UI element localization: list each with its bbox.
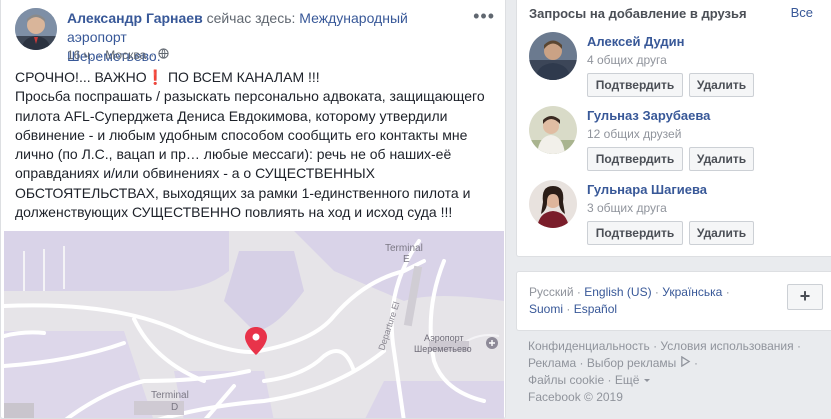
post-meta: 16 ч. · Москва ·	[67, 48, 169, 62]
meta-separator-2: ·	[150, 48, 155, 62]
airport-name-line2: Шереметьево	[414, 344, 472, 354]
language-separator: ·	[725, 285, 730, 299]
confirm-button[interactable]: Подтвердить	[587, 221, 683, 245]
language-link-finnish[interactable]: Suomi	[529, 302, 563, 316]
current-language: Русский	[529, 285, 574, 299]
language-link-spanish[interactable]: Español	[574, 302, 617, 316]
languages-row-1: Русский · English (US) · Українська ·	[529, 284, 730, 300]
location-map[interactable]: Terminal E Terminal D Departure El Аэроп…	[4, 231, 504, 418]
language-separator: ·	[576, 285, 581, 299]
languages-card: Русский · English (US) · Українська · Su…	[516, 271, 831, 331]
ads-link[interactable]: Реклама	[528, 356, 576, 370]
airport-name-line1: Аэропорт	[424, 333, 464, 343]
delete-button[interactable]: Удалить	[689, 221, 754, 245]
footer-separator: ·	[607, 373, 612, 387]
requester-name-link[interactable]: Гульназ Зарубаева	[587, 108, 710, 123]
languages-row-2: Suomi · Español	[529, 301, 617, 317]
more-options-icon[interactable]: •••	[473, 7, 495, 25]
friend-requests-title: Запросы на добавление в друзья	[529, 6, 747, 21]
requester-avatar[interactable]	[529, 180, 577, 228]
ad-choices-icon[interactable]	[680, 355, 691, 370]
post-card: Александр Гарнаев сейчас здесь: Междунар…	[0, 0, 506, 419]
post-text: СРОЧНО!... ВАЖНО❗ ПО ВСЕМ КАНАЛАМ !!! Пр…	[15, 69, 485, 221]
requester-avatar[interactable]	[529, 32, 577, 80]
post-location: Москва	[105, 48, 147, 62]
post-author-link[interactable]: Александр Гарнаев	[67, 10, 203, 26]
page-footer: Конфиденциальность · Условия использован…	[528, 338, 828, 406]
friend-request-item: Гульназ Зарубаева 12 общих друзей Подтве…	[529, 106, 829, 182]
friend-request-item: Гульнара Шагиева 3 общих друга Подтверди…	[529, 180, 829, 256]
footer-separator: ·	[579, 356, 584, 370]
terminal-d-label: Terminal	[151, 390, 189, 401]
terminal-e-letter: E	[403, 254, 410, 265]
map-graphic: Terminal E Terminal D Departure El Аэроп…	[4, 231, 504, 418]
post-time[interactable]: 16 ч.	[67, 48, 93, 62]
author-avatar[interactable]	[15, 8, 57, 50]
friend-requests-card: Запросы на добавление в друзья Все Алекс…	[516, 0, 831, 257]
confirm-button[interactable]: Подтвердить	[587, 147, 683, 171]
globe-icon[interactable]	[158, 48, 169, 62]
more-link[interactable]: Ещё	[615, 373, 640, 387]
delete-button[interactable]: Удалить	[689, 73, 754, 97]
add-language-button[interactable]: +	[787, 284, 823, 310]
language-link-english[interactable]: English (US)	[584, 285, 651, 299]
language-separator: ·	[566, 302, 571, 316]
requester-name-link[interactable]: Гульнара Шагиева	[587, 182, 707, 197]
copyright-text: Facebook © 2019	[528, 390, 623, 404]
footer-separator: ·	[796, 339, 801, 353]
mutual-friends-count[interactable]: 12 общих друзей	[587, 127, 681, 141]
privacy-link[interactable]: Конфиденциальность	[528, 339, 650, 353]
delete-button[interactable]: Удалить	[689, 147, 754, 171]
caret-down-icon[interactable]	[643, 373, 651, 387]
meta-separator: ·	[97, 48, 102, 62]
confirm-button[interactable]: Подтвердить	[587, 73, 683, 97]
requester-name-link[interactable]: Алексей Дудин	[587, 34, 685, 49]
friend-request-item: Алексей Дудин 4 общих друга Подтвердить …	[529, 32, 829, 108]
footer-separator: ·	[693, 356, 698, 370]
language-separator: ·	[654, 285, 659, 299]
cookies-link[interactable]: Файлы cookie	[528, 373, 604, 387]
terminal-e-label: Terminal	[385, 243, 423, 254]
ad-choices-link[interactable]: Выбор рекламы	[587, 356, 676, 370]
footer-separator: ·	[653, 339, 658, 353]
mutual-friends-count[interactable]: 4 общих друга	[587, 53, 667, 67]
mutual-friends-count[interactable]: 3 общих друга	[587, 201, 667, 215]
see-all-link[interactable]: Все	[791, 5, 813, 20]
post-header: Александр Гарнаев сейчас здесь: Междунар…	[15, 7, 495, 64]
requester-avatar[interactable]	[529, 106, 577, 154]
terms-link[interactable]: Условия использования	[660, 339, 793, 353]
post-status-text: сейчас здесь:	[206, 10, 296, 26]
terminal-d-letter: D	[171, 402, 178, 413]
language-link-ukrainian[interactable]: Українська	[662, 285, 722, 299]
